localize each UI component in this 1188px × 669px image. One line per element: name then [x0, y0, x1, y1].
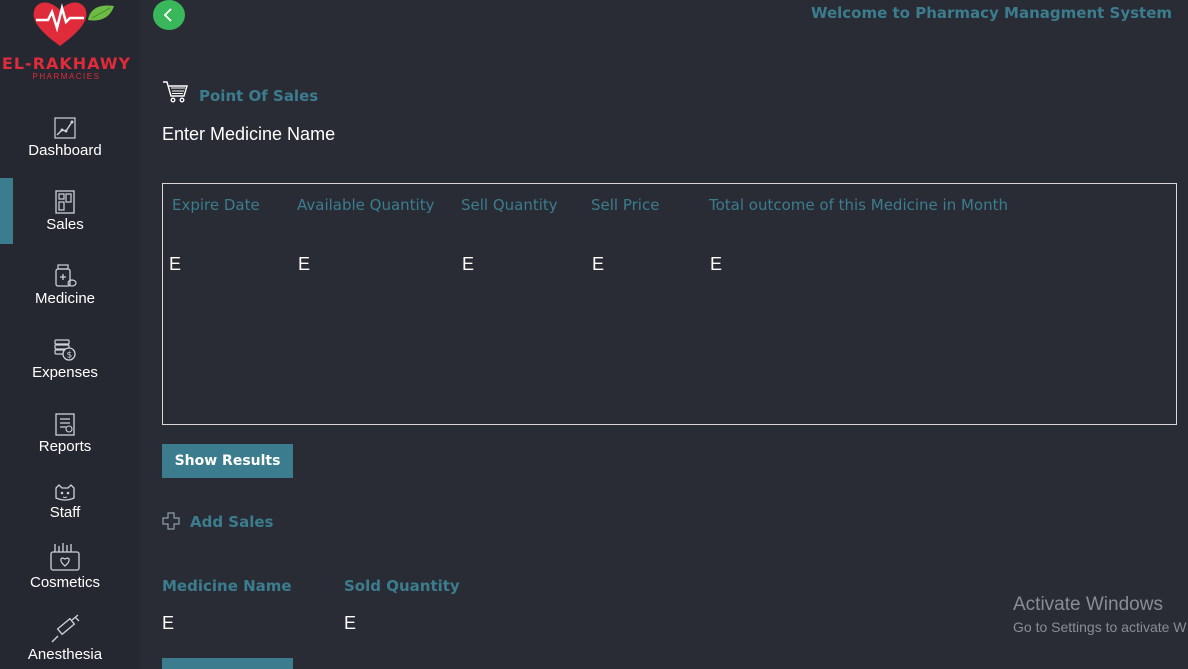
coins-icon: $	[0, 338, 130, 362]
sidebar-item-anesthesia[interactable]: Anesthesia	[0, 614, 130, 663]
sidebar-item-dashboard[interactable]: Dashboard	[0, 116, 130, 159]
expire-date-value: E	[169, 254, 182, 274]
column-header-total-outcome: Total outcome of this Medicine in Month	[709, 196, 1008, 214]
column-header-sold-quantity: Sold Quantity	[344, 577, 460, 595]
sidebar-item-label: Cosmetics	[29, 574, 100, 591]
add-sales-link[interactable]: Add Sales	[190, 513, 273, 531]
back-button[interactable]	[153, 0, 185, 30]
welcome-text: Welcome to Pharmacy Managment System	[810, 4, 1172, 22]
sidebar-item-label: Staff	[49, 504, 81, 521]
column-header-sell-quantity: Sell Quantity	[461, 196, 558, 214]
chevron-left-icon	[163, 8, 172, 22]
sidebar-item-sales[interactable]: Sales	[0, 190, 130, 233]
svg-text:$: $	[67, 351, 73, 361]
add-sale-button[interactable]	[162, 658, 293, 669]
plus-icon	[162, 512, 180, 535]
show-results-button[interactable]: Show Results	[162, 444, 293, 478]
sidebar-item-cosmetics[interactable]: Cosmetics	[0, 542, 130, 591]
sidebar-item-label: Expenses	[32, 364, 98, 381]
sell-price-value: E	[592, 254, 605, 274]
register-icon	[0, 190, 130, 214]
medicine-name-input[interactable]: Enter Medicine Name	[162, 124, 562, 145]
brand-subtitle: PHARMACIES	[32, 72, 101, 81]
sidebar-item-expenses[interactable]: $ Expenses	[0, 338, 130, 381]
sidebar: EL-RAKHAWY PHARMACIES Dashboard Sales Me…	[0, 0, 140, 669]
available-quantity-value: E	[298, 254, 311, 274]
activation-watermark-title: Activate Windows	[1013, 594, 1163, 615]
sold-quantity-value: E	[344, 613, 357, 633]
column-header-expire-date: Expire Date	[172, 196, 260, 214]
medicine-name-value: E	[162, 613, 175, 633]
report-clipboard-icon	[0, 412, 130, 436]
sidebar-item-label: Sales	[46, 216, 84, 233]
sidebar-item-reports[interactable]: Reports	[0, 412, 130, 455]
activation-watermark-subtitle: Go to Settings to activate W	[1013, 619, 1187, 635]
column-header-available-quantity: Available Quantity	[297, 196, 435, 214]
cart-icon	[162, 80, 188, 109]
column-header-medicine-name: Medicine Name	[162, 577, 292, 595]
sidebar-item-staff[interactable]: Staff	[0, 484, 130, 521]
brand-logo: EL-RAKHAWY PHARMACIES	[0, 0, 140, 90]
sidebar-item-label: Medicine	[34, 290, 96, 307]
total-outcome-value: E	[710, 254, 723, 274]
sidebar-item-label: Dashboard	[28, 142, 102, 159]
brand-name: EL-RAKHAWY	[1, 54, 132, 73]
sidebar-item-label: Reports	[38, 438, 92, 455]
medicine-bottle-icon	[0, 264, 130, 288]
sidebar-item-label: Anesthesia	[27, 646, 103, 663]
column-header-sell-price: Sell Price	[591, 196, 660, 214]
staff-face-icon	[0, 484, 130, 502]
results-panel: Expire Date Available Quantity Sell Quan…	[162, 183, 1177, 425]
chart-line-icon	[0, 116, 130, 140]
sell-quantity-value: E	[462, 254, 475, 274]
heart-logo-icon	[33, 2, 114, 47]
cosmetics-bag-icon	[0, 542, 130, 572]
sidebar-item-medicine[interactable]: Medicine	[0, 264, 130, 307]
syringe-icon	[0, 614, 130, 644]
page-title: Point Of Sales	[199, 87, 319, 105]
